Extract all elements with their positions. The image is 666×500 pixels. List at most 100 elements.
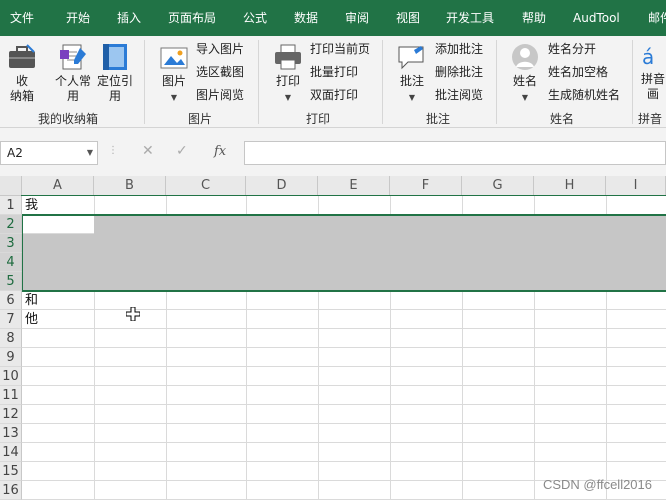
storage-box-label: 收 纳箱 bbox=[9, 74, 34, 103]
column-header-a[interactable]: A bbox=[22, 176, 94, 196]
comment-button[interactable]: 批注 ▼ bbox=[392, 42, 432, 105]
import-picture-label: 导入图片 bbox=[196, 42, 245, 56]
pinyin-button[interactable]: á 拼音 画 bbox=[640, 42, 666, 102]
name-box[interactable]: A2 ▼ bbox=[0, 141, 98, 165]
split-name-button[interactable]: 姓名分开 bbox=[548, 40, 596, 58]
group-divider bbox=[496, 40, 497, 124]
select-all-corner[interactable] bbox=[0, 176, 22, 196]
ribbon: 收 纳箱 个人常 用 定位引 用 我的收纳箱 图片 ▼ 导入图片 选区截图 图片… bbox=[0, 36, 666, 128]
spreadsheet-grid[interactable]: A B C D E F G H I 1 2 3 4 5 6 7 8 9 10 1… bbox=[0, 176, 666, 500]
comment-browse-button[interactable]: 批注阅览 bbox=[435, 86, 483, 104]
row-header-6[interactable]: 6 bbox=[0, 291, 22, 310]
tab-view[interactable]: 视图 bbox=[396, 0, 420, 36]
cell-a7[interactable]: 他 bbox=[25, 310, 38, 329]
name-add-space-button[interactable]: 姓名加空格 bbox=[548, 63, 608, 81]
tab-page-layout[interactable]: 页面布局 bbox=[168, 0, 216, 36]
cell-a1[interactable]: 我 bbox=[25, 196, 38, 215]
tab-audtool[interactable]: AudTool bbox=[573, 0, 620, 36]
comment-label: 批注 bbox=[399, 74, 424, 88]
personal-common-label: 个人常 用 bbox=[54, 74, 91, 103]
column-header-i[interactable]: I bbox=[606, 176, 666, 196]
formula-input[interactable] bbox=[244, 141, 666, 165]
panel-icon bbox=[103, 44, 127, 70]
tab-help[interactable]: 帮助 bbox=[522, 0, 546, 36]
add-comment-button[interactable]: 添加批注 bbox=[435, 40, 483, 58]
column-header-h[interactable]: H bbox=[534, 176, 606, 196]
storage-box-button[interactable]: 收 纳箱 bbox=[4, 42, 40, 104]
row-header-8[interactable]: 8 bbox=[0, 329, 22, 348]
name-button[interactable]: 姓名 ▼ bbox=[506, 42, 544, 105]
insert-function-icon[interactable]: fx bbox=[214, 144, 226, 159]
tab-developer[interactable]: 开发工具 bbox=[446, 0, 494, 36]
random-name-button[interactable]: 生成随机姓名 bbox=[548, 86, 620, 104]
column-header-b[interactable]: B bbox=[94, 176, 166, 196]
personal-common-button[interactable]: 个人常 用 bbox=[54, 42, 92, 104]
toolbox-icon bbox=[9, 44, 35, 68]
cell-select-cursor-icon bbox=[126, 307, 140, 321]
row-header-7[interactable]: 7 bbox=[0, 310, 22, 329]
storage-group-label: 我的收纳箱 bbox=[38, 112, 99, 126]
locate-reference-button[interactable]: 定位引 用 bbox=[96, 42, 134, 104]
picture-browse-button[interactable]: 图片阅览 bbox=[196, 86, 244, 104]
column-header-d[interactable]: D bbox=[246, 176, 318, 196]
chevron-down-icon[interactable]: ▼ bbox=[87, 142, 93, 164]
comment-icon bbox=[398, 46, 424, 70]
comment-browse-label: 批注阅览 bbox=[435, 88, 484, 102]
delete-comment-button[interactable]: 删除批注 bbox=[435, 63, 483, 81]
confirm-icon[interactable]: ✓ bbox=[176, 143, 188, 159]
print-label: 打印 bbox=[275, 74, 300, 88]
row-header-12[interactable]: 12 bbox=[0, 405, 22, 424]
row-header-13[interactable]: 13 bbox=[0, 424, 22, 443]
region-screenshot-button[interactable]: 选区截图 bbox=[196, 63, 244, 81]
tab-insert[interactable]: 插入 bbox=[117, 0, 141, 36]
row-header-15[interactable]: 15 bbox=[0, 462, 22, 481]
row-header-1[interactable]: 1 bbox=[0, 196, 22, 215]
tab-formulas[interactable]: 公式 bbox=[243, 0, 267, 36]
chevron-down-icon: ▼ bbox=[408, 93, 416, 102]
column-header-e[interactable]: E bbox=[318, 176, 390, 196]
row-header-16[interactable]: 16 bbox=[0, 481, 22, 500]
group-divider bbox=[258, 40, 259, 124]
row-header-4[interactable]: 4 bbox=[0, 253, 22, 272]
column-header-g[interactable]: G bbox=[462, 176, 534, 196]
print-current-page-button[interactable]: 打印当前页 bbox=[310, 40, 370, 58]
name-label: 姓名 bbox=[512, 74, 537, 88]
row-header-9[interactable]: 9 bbox=[0, 348, 22, 367]
print-button[interactable]: 打印 ▼ bbox=[268, 42, 308, 105]
batch-print-label: 批量打印 bbox=[310, 65, 359, 79]
row-header-10[interactable]: 10 bbox=[0, 367, 22, 386]
locate-reference-label: 定位引 用 bbox=[96, 74, 133, 103]
pinyin-label: 拼音 画 bbox=[640, 72, 665, 101]
picture-group-label: 图片 bbox=[188, 112, 213, 126]
comment-group-label: 批注 bbox=[426, 112, 451, 126]
column-header-c[interactable]: C bbox=[166, 176, 246, 196]
tab-mail[interactable]: 邮件 bbox=[648, 0, 666, 36]
batch-print-button[interactable]: 批量打印 bbox=[310, 63, 358, 81]
column-header-f[interactable]: F bbox=[390, 176, 462, 196]
row-header-2[interactable]: 2 bbox=[0, 215, 22, 234]
picture-button[interactable]: 图片 ▼ bbox=[154, 42, 194, 105]
name-add-space-label: 姓名加空格 bbox=[548, 65, 609, 79]
tab-review[interactable]: 审阅 bbox=[345, 0, 369, 36]
duplex-print-label: 双面打印 bbox=[310, 88, 359, 102]
print-current-page-label: 打印当前页 bbox=[310, 42, 371, 56]
picture-icon bbox=[160, 47, 188, 69]
row-header-11[interactable]: 11 bbox=[0, 386, 22, 405]
row-header-5[interactable]: 5 bbox=[0, 272, 22, 291]
pinyin-icon: á bbox=[642, 45, 654, 69]
name-box-value: A2 bbox=[7, 146, 23, 160]
row-header-3[interactable]: 3 bbox=[0, 234, 22, 253]
group-divider bbox=[382, 40, 383, 124]
tab-data[interactable]: 数据 bbox=[294, 0, 318, 36]
cancel-icon[interactable]: ✕ bbox=[142, 143, 154, 159]
printer-icon bbox=[275, 44, 301, 70]
chevron-down-icon: ▼ bbox=[521, 93, 529, 102]
import-picture-button[interactable]: 导入图片 bbox=[196, 40, 244, 58]
delete-comment-label: 删除批注 bbox=[435, 65, 484, 79]
tab-home[interactable]: 开始 bbox=[66, 0, 90, 36]
cell-a6[interactable]: 和 bbox=[25, 291, 38, 310]
duplex-print-button[interactable]: 双面打印 bbox=[310, 86, 358, 104]
row-header-14[interactable]: 14 bbox=[0, 443, 22, 462]
tab-file[interactable]: 文件 bbox=[10, 0, 34, 36]
picture-label: 图片 bbox=[161, 74, 186, 88]
